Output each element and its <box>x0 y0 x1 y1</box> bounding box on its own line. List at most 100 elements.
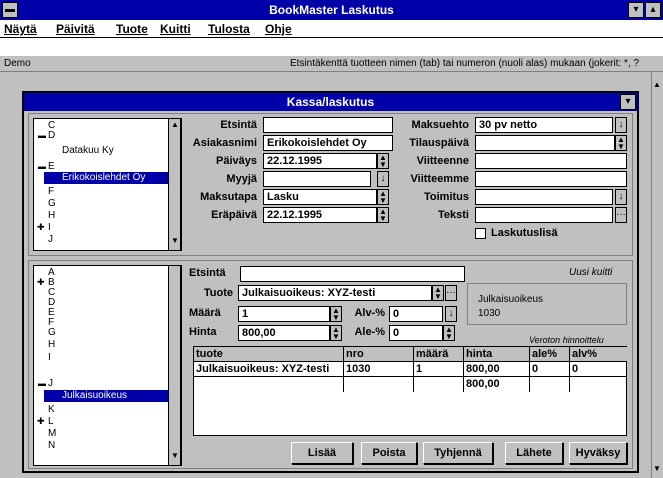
paivays-spinner[interactable]: ▲ ▼ <box>377 153 389 169</box>
expand-icon[interactable]: ✚ <box>37 277 45 288</box>
poista-button[interactable]: Poista <box>361 442 417 464</box>
maara-spinner[interactable]: ▲ ▼ <box>330 306 342 322</box>
table-cell[interactable]: 0 <box>530 362 570 377</box>
lahete-button[interactable]: Lähete <box>505 442 563 464</box>
maksutapa-spinner[interactable]: ▲ ▼ <box>377 189 389 205</box>
asiakasnimi-input[interactable]: Erikokoislehdet Oy <box>263 135 393 151</box>
hinta-spinner[interactable]: ▲ ▼ <box>330 325 342 341</box>
maksuehto-input[interactable]: 30 pv netto <box>475 117 613 133</box>
product-list-scrollbar[interactable]: ▼ <box>168 265 181 466</box>
app-title-bar: BookMaster Laskutus <box>0 0 663 20</box>
system-menu-icon[interactable]: ▬ <box>2 2 18 18</box>
collapse-icon[interactable]: ▬ <box>38 162 46 171</box>
maximize-icon[interactable]: ▴ <box>645 2 661 18</box>
maara-input[interactable]: 1 <box>238 306 330 322</box>
erapaiva-spinner[interactable]: ▲ ▼ <box>377 207 389 223</box>
collapse-icon[interactable]: ▬ <box>38 131 46 140</box>
line-items-table[interactable]: tuote nro määrä hinta ale% alv% Julkaisu… <box>193 346 627 436</box>
tuote-ellipsis-button[interactable]: … <box>445 285 457 301</box>
list-item[interactable]: I <box>48 223 51 233</box>
list-item-selected[interactable]: Julkaisuoikeus <box>44 390 168 402</box>
menu-item-kuitti[interactable]: Kuitti <box>160 22 191 36</box>
collapse-icon[interactable]: ▬ <box>38 379 46 388</box>
table-cell[interactable]: 0 <box>570 362 627 377</box>
tilauspaiva-input[interactable] <box>475 135 615 151</box>
scroll-up-icon[interactable]: ▲ <box>653 80 661 89</box>
menu-item-tulosta[interactable]: Tulosta <box>208 22 250 36</box>
product-info-number: 1030 <box>478 308 501 319</box>
column-header[interactable]: ale% <box>530 347 570 362</box>
viitteenne-input[interactable] <box>475 153 627 169</box>
column-header[interactable]: hinta <box>464 347 530 362</box>
status-bar: Demo Etsintäkenttä tuotteen nimen (tab) … <box>0 56 663 72</box>
column-header[interactable]: määrä <box>414 347 464 362</box>
list-item[interactable]: H <box>48 340 55 350</box>
maksutapa-input[interactable]: Lasku <box>263 189 377 205</box>
tyhjenna-button[interactable]: Tyhjennä <box>423 442 493 464</box>
myyja-dropdown-icon[interactable]: ↓ <box>377 171 389 187</box>
list-item-selected[interactable]: Erikokoislehdet Oy <box>44 172 168 184</box>
list-item[interactable]: G <box>48 328 56 338</box>
list-item[interactable]: F <box>48 187 54 197</box>
erapaiva-input[interactable]: 22.12.1995 <box>263 207 377 223</box>
line-etsinta-input[interactable] <box>240 266 465 282</box>
menu-item-nayta[interactable]: Näytä <box>4 22 37 36</box>
toimitus-input[interactable] <box>475 189 613 205</box>
hyvaksy-button[interactable]: Hyväksy <box>569 442 627 464</box>
tuote-spinner[interactable]: ▲ ▼ <box>432 285 444 301</box>
paivays-input[interactable]: 22.12.1995 <box>263 153 377 169</box>
list-item[interactable]: M <box>48 429 56 439</box>
ale-input[interactable]: 0 <box>389 325 443 341</box>
menu-item-ohje[interactable]: Ohje <box>265 22 292 36</box>
viitteemme-input[interactable] <box>475 171 627 187</box>
laskutuslisa-checkbox[interactable] <box>475 228 486 239</box>
list-item[interactable]: Datakuu Ky <box>62 146 114 156</box>
list-item[interactable]: I <box>48 353 51 363</box>
tilauspaiva-label: Tilauspäivä <box>409 137 469 149</box>
toimitus-dropdown-icon[interactable]: ↓ <box>615 189 627 205</box>
expand-icon[interactable]: ✚ <box>37 416 45 427</box>
column-header[interactable]: tuote <box>194 347 344 362</box>
list-item[interactable]: G <box>48 199 56 209</box>
lisaa-button[interactable]: Lisää <box>291 442 353 464</box>
product-info-name: Julkaisuoikeus <box>478 294 544 305</box>
scroll-down-icon[interactable]: ▼ <box>171 236 179 245</box>
customer-list[interactable]: C D Datakuu Ky E Erikokoislehdet Oy F G … <box>33 118 182 251</box>
list-item[interactable]: K <box>48 405 55 415</box>
uusi-kuitti-label: Uusi kuitti <box>569 267 613 278</box>
myyja-input[interactable] <box>263 171 371 187</box>
alv-input[interactable]: 0 <box>389 306 443 322</box>
list-item[interactable]: D <box>48 131 55 141</box>
table-cell[interactable]: 800,00 <box>464 362 530 377</box>
scroll-down-icon[interactable]: ▼ <box>171 451 179 460</box>
teksti-ellipsis-button[interactable]: … <box>615 207 627 223</box>
menu-item-paivita[interactable]: Päivitä <box>56 22 95 36</box>
list-item[interactable]: L <box>48 417 54 427</box>
list-item[interactable]: N <box>48 441 55 451</box>
tuote-input[interactable]: Julkaisuoikeus: XYZ-testi <box>238 285 432 301</box>
ale-spinner[interactable]: ▲ ▼ <box>443 325 455 341</box>
column-header[interactable]: alv% <box>570 347 627 362</box>
expand-icon[interactable]: ✚ <box>37 222 45 233</box>
table-cell[interactable]: 1 <box>414 362 464 377</box>
teksti-input[interactable] <box>475 207 613 223</box>
window-menu-icon[interactable]: ▾ <box>620 94 636 110</box>
hinta-input[interactable]: 800,00 <box>238 325 330 341</box>
column-header[interactable]: nro <box>344 347 414 362</box>
table-cell[interactable]: 1030 <box>344 362 414 377</box>
list-item[interactable]: J <box>48 235 53 245</box>
product-list[interactable]: A B C D E F G H I J Julkaisuoikeus K L M… <box>33 265 182 466</box>
mdi-scrollbar[interactable]: ▲ ▼ <box>651 72 663 478</box>
menu-item-tuote[interactable]: Tuote <box>116 22 148 36</box>
minimize-icon[interactable]: ▾ <box>628 2 644 18</box>
list-item[interactable]: J <box>48 379 53 389</box>
alv-dropdown-icon[interactable]: ↓ <box>445 306 457 322</box>
scroll-down-icon[interactable]: ▼ <box>653 464 661 473</box>
list-item[interactable]: H <box>48 211 55 221</box>
tilauspaiva-spinner[interactable]: ▲ ▼ <box>615 135 627 151</box>
scroll-up-icon[interactable]: ▲ <box>171 120 179 129</box>
etsinta-input[interactable] <box>263 117 393 133</box>
table-cell[interactable]: Julkaisuoikeus: XYZ-testi <box>194 362 344 377</box>
maksuehto-dropdown-icon[interactable]: ↓ <box>615 117 627 133</box>
list-item[interactable]: E <box>48 162 55 172</box>
